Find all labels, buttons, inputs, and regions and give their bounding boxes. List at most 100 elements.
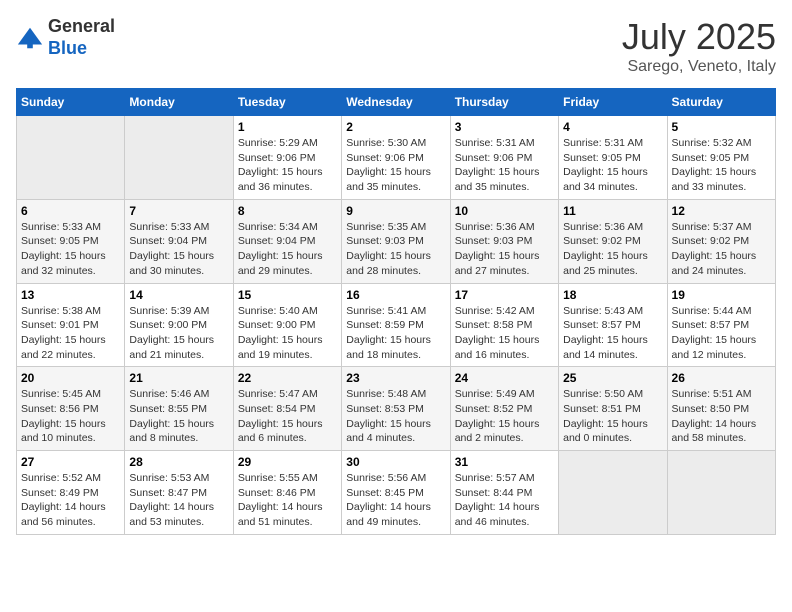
calendar-day-cell: 3 Sunrise: 5:31 AM Sunset: 9:06 PM Daylig… [450,116,558,200]
day-info: Sunrise: 5:31 AM Sunset: 9:05 PM Dayligh… [563,136,662,195]
calendar-day-cell [667,451,775,535]
calendar-day-cell: 5Sunrise: 5:32 AM Sunset: 9:05 PM Daylig… [667,116,775,200]
day-info: Sunrise: 5:52 AM Sunset: 8:49 PM Dayligh… [21,471,120,530]
day-number: 15 [238,288,337,302]
calendar-day-cell: 21 Sunrise: 5:46 AM Sunset: 8:55 PM Dayli… [125,367,233,451]
day-number: 2 [346,120,445,134]
calendar-day-cell: 10 Sunrise: 5:36 AM Sunset: 9:03 PM Dayli… [450,199,558,283]
day-info: Sunrise: 5:32 AM Sunset: 9:05 PM Dayligh… [672,136,771,195]
day-info: Sunrise: 5:46 AM Sunset: 8:55 PM Dayligh… [129,387,228,446]
day-number: 10 [455,204,554,218]
day-number: 17 [455,288,554,302]
calendar-day-cell: 8Sunrise: 5:34 AM Sunset: 9:04 PM Daylig… [233,199,341,283]
calendar-day-cell: 13 Sunrise: 5:38 AM Sunset: 9:01 PM Dayli… [17,283,125,367]
day-number: 19 [672,288,771,302]
calendar-day-cell [559,451,667,535]
weekday-header-cell: Thursday [450,89,558,116]
calendar-day-cell [17,116,125,200]
logo-icon [16,24,44,52]
calendar-day-cell [125,116,233,200]
day-number: 29 [238,455,337,469]
weekday-header-cell: Tuesday [233,89,341,116]
day-number: 11 [563,204,662,218]
day-number: 31 [455,455,554,469]
calendar-week-row: 6Sunrise: 5:33 AM Sunset: 9:05 PM Daylig… [17,199,776,283]
day-info: Sunrise: 5:40 AM Sunset: 9:00 PM Dayligh… [238,304,337,363]
page-header: General Blue July 2025 Sarego, Veneto, I… [16,16,776,76]
day-info: Sunrise: 5:55 AM Sunset: 8:46 PM Dayligh… [238,471,337,530]
day-number: 4 [563,120,662,134]
calendar-day-cell: 24 Sunrise: 5:49 AM Sunset: 8:52 PM Dayli… [450,367,558,451]
day-info: Sunrise: 5:49 AM Sunset: 8:52 PM Dayligh… [455,387,554,446]
weekday-header-cell: Sunday [17,89,125,116]
day-info: Sunrise: 5:39 AM Sunset: 9:00 PM Dayligh… [129,304,228,363]
weekday-header-cell: Saturday [667,89,775,116]
logo-text: General Blue [48,16,115,59]
calendar-body: 1 Sunrise: 5:29 AM Sunset: 9:06 PM Daylig… [17,116,776,535]
day-number: 1 [238,120,337,134]
calendar-week-row: 13 Sunrise: 5:38 AM Sunset: 9:01 PM Dayli… [17,283,776,367]
weekday-header-cell: Friday [559,89,667,116]
calendar-day-cell: 26 Sunrise: 5:51 AM Sunset: 8:50 PM Dayli… [667,367,775,451]
day-number: 13 [21,288,120,302]
day-number: 20 [21,371,120,385]
calendar-day-cell: 12 Sunrise: 5:37 AM Sunset: 9:02 PM Dayli… [667,199,775,283]
day-info: Sunrise: 5:36 AM Sunset: 9:03 PM Dayligh… [455,220,554,279]
day-info: Sunrise: 5:31 AM Sunset: 9:06 PM Dayligh… [455,136,554,195]
calendar-day-cell: 19 Sunrise: 5:44 AM Sunset: 8:57 PM Dayli… [667,283,775,367]
day-number: 27 [21,455,120,469]
day-number: 28 [129,455,228,469]
calendar-day-cell: 15 Sunrise: 5:40 AM Sunset: 9:00 PM Dayli… [233,283,341,367]
calendar-day-cell: 1 Sunrise: 5:29 AM Sunset: 9:06 PM Daylig… [233,116,341,200]
day-info: Sunrise: 5:57 AM Sunset: 8:44 PM Dayligh… [455,471,554,530]
day-number: 14 [129,288,228,302]
day-info: Sunrise: 5:42 AM Sunset: 8:58 PM Dayligh… [455,304,554,363]
day-info: Sunrise: 5:37 AM Sunset: 9:02 PM Dayligh… [672,220,771,279]
calendar-day-cell: 23 Sunrise: 5:48 AM Sunset: 8:53 PM Dayli… [342,367,450,451]
title-block: July 2025 Sarego, Veneto, Italy [622,16,776,76]
day-info: Sunrise: 5:44 AM Sunset: 8:57 PM Dayligh… [672,304,771,363]
weekday-header-cell: Wednesday [342,89,450,116]
day-info: Sunrise: 5:38 AM Sunset: 9:01 PM Dayligh… [21,304,120,363]
calendar-day-cell: 27 Sunrise: 5:52 AM Sunset: 8:49 PM Dayli… [17,451,125,535]
calendar-day-cell: 9Sunrise: 5:35 AM Sunset: 9:03 PM Daylig… [342,199,450,283]
day-number: 21 [129,371,228,385]
calendar-day-cell: 17 Sunrise: 5:42 AM Sunset: 8:58 PM Dayli… [450,283,558,367]
day-number: 6 [21,204,120,218]
calendar-table: SundayMondayTuesdayWednesdayThursdayFrid… [16,88,776,535]
day-info: Sunrise: 5:30 AM Sunset: 9:06 PM Dayligh… [346,136,445,195]
day-number: 8 [238,204,337,218]
calendar-day-cell: 6Sunrise: 5:33 AM Sunset: 9:05 PM Daylig… [17,199,125,283]
calendar-week-row: 27 Sunrise: 5:52 AM Sunset: 8:49 PM Dayli… [17,451,776,535]
weekday-header-row: SundayMondayTuesdayWednesdayThursdayFrid… [17,89,776,116]
day-info: Sunrise: 5:41 AM Sunset: 8:59 PM Dayligh… [346,304,445,363]
calendar-day-cell: 2 Sunrise: 5:30 AM Sunset: 9:06 PM Daylig… [342,116,450,200]
calendar-day-cell: 25 Sunrise: 5:50 AM Sunset: 8:51 PM Dayli… [559,367,667,451]
day-info: Sunrise: 5:36 AM Sunset: 9:02 PM Dayligh… [563,220,662,279]
calendar-day-cell: 4 Sunrise: 5:31 AM Sunset: 9:05 PM Daylig… [559,116,667,200]
calendar-day-cell: 20Sunrise: 5:45 AM Sunset: 8:56 PM Dayli… [17,367,125,451]
calendar-day-cell: 18Sunrise: 5:43 AM Sunset: 8:57 PM Dayli… [559,283,667,367]
day-number: 24 [455,371,554,385]
day-number: 9 [346,204,445,218]
calendar-week-row: 20Sunrise: 5:45 AM Sunset: 8:56 PM Dayli… [17,367,776,451]
day-info: Sunrise: 5:29 AM Sunset: 9:06 PM Dayligh… [238,136,337,195]
calendar-day-cell: 7 Sunrise: 5:33 AM Sunset: 9:04 PM Daylig… [125,199,233,283]
day-info: Sunrise: 5:48 AM Sunset: 8:53 PM Dayligh… [346,387,445,446]
day-info: Sunrise: 5:50 AM Sunset: 8:51 PM Dayligh… [563,387,662,446]
day-number: 3 [455,120,554,134]
day-number: 12 [672,204,771,218]
day-number: 23 [346,371,445,385]
day-number: 25 [563,371,662,385]
day-number: 7 [129,204,228,218]
calendar-week-row: 1 Sunrise: 5:29 AM Sunset: 9:06 PM Daylig… [17,116,776,200]
day-number: 26 [672,371,771,385]
day-info: Sunrise: 5:51 AM Sunset: 8:50 PM Dayligh… [672,387,771,446]
day-info: Sunrise: 5:47 AM Sunset: 8:54 PM Dayligh… [238,387,337,446]
day-info: Sunrise: 5:33 AM Sunset: 9:04 PM Dayligh… [129,220,228,279]
calendar-day-cell: 29 Sunrise: 5:55 AM Sunset: 8:46 PM Dayli… [233,451,341,535]
day-info: Sunrise: 5:53 AM Sunset: 8:47 PM Dayligh… [129,471,228,530]
calendar-day-cell: 22Sunrise: 5:47 AM Sunset: 8:54 PM Dayli… [233,367,341,451]
calendar-day-cell: 11 Sunrise: 5:36 AM Sunset: 9:02 PM Dayli… [559,199,667,283]
day-number: 16 [346,288,445,302]
